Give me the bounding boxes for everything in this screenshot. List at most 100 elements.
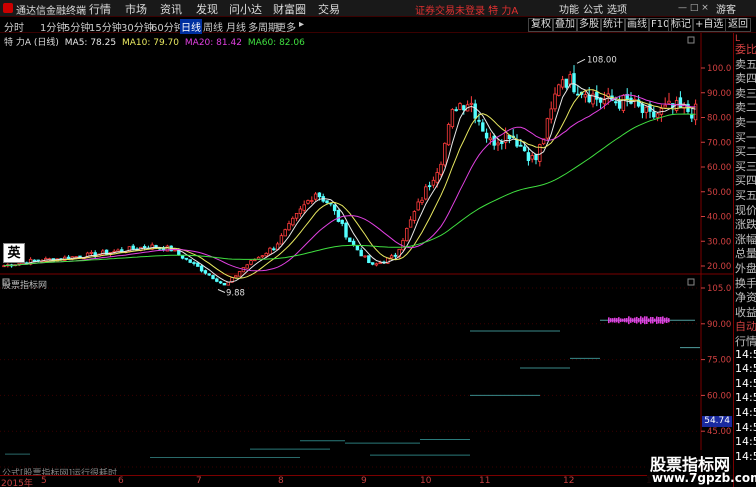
indicator-bar — [620, 318, 622, 323]
price-tick-label: 100.0 — [707, 64, 731, 74]
period-5min[interactable]: 5分钟 — [64, 19, 90, 34]
candle-body — [348, 237, 352, 243]
indicator-bar — [662, 316, 664, 325]
candle-body — [89, 252, 94, 254]
draw-line-button[interactable]: 画线 — [624, 18, 650, 32]
candle-body — [564, 78, 569, 88]
tourist-button[interactable]: 游客 — [716, 1, 736, 16]
indicator-bar — [618, 317, 620, 324]
period-60min[interactable]: 60分钟 — [151, 19, 184, 34]
candle-body — [405, 227, 409, 242]
panel-row-label: 现价 — [735, 203, 756, 217]
panel-row-label: 自动 — [735, 320, 756, 334]
panel-row-label: 买四 — [735, 174, 756, 188]
candle-body — [253, 259, 257, 262]
candle-body — [416, 201, 420, 211]
candle-body — [344, 222, 348, 238]
menu-trade[interactable]: 交易 — [318, 1, 340, 17]
panel-row-label: 14:5 — [735, 435, 756, 449]
date-label: 11 — [479, 476, 491, 486]
candle-body — [446, 124, 451, 146]
indicator-bar — [646, 316, 648, 325]
add-watchlist-button[interactable]: +自选 — [692, 18, 727, 32]
indicator-tick-label: 75.00 — [707, 356, 731, 366]
candle-body — [526, 152, 531, 161]
indicator-bar — [616, 318, 618, 323]
window-controls[interactable]: — □ × — [678, 3, 709, 13]
watermark: 股票指标网 www.7gpzb.com — [647, 450, 756, 487]
candle-body — [500, 141, 504, 144]
pane-max-icon — [687, 36, 695, 44]
candle-body — [272, 248, 276, 251]
panel-row-label: 收益 — [735, 305, 756, 319]
indicator-bar — [660, 316, 662, 324]
menu-news[interactable]: 资讯 — [160, 1, 182, 17]
candle-body — [435, 172, 439, 183]
statistics-button[interactable]: 统计 — [600, 18, 626, 32]
candle-body — [553, 93, 557, 110]
menu-function[interactable]: 功能 — [559, 1, 579, 16]
candle-body — [180, 254, 185, 259]
indicator-value-badge: 54.74 — [702, 416, 732, 427]
indicator-bar — [612, 318, 614, 323]
candle-body — [667, 100, 671, 104]
period-30min[interactable]: 30分钟 — [121, 19, 154, 34]
ma5-value: MA5: 78.25 — [64, 38, 117, 48]
price-tick-label: 70.00 — [707, 138, 731, 148]
candle-body — [690, 113, 694, 119]
candle-body — [336, 209, 341, 222]
low-label: 9.88 — [226, 288, 245, 298]
panel-row-label: 买五 — [735, 189, 756, 202]
period-monthly[interactable]: 月线 — [226, 19, 246, 34]
panel-row-label: 行情 — [735, 335, 756, 348]
panel-row-label: 委比 — [735, 43, 756, 56]
indicator-bar — [668, 318, 670, 323]
menu-discover[interactable]: 发现 — [196, 1, 218, 17]
period-weekly[interactable]: 周线 — [203, 19, 223, 34]
period-multi[interactable]: 多周期 — [248, 19, 278, 34]
date-label: 2015年 — [1, 479, 33, 487]
panel-row-label: 卖五 — [735, 57, 756, 71]
candle-body — [188, 259, 192, 263]
menu-quotes[interactable]: 行情 — [89, 1, 111, 17]
high-label: 108.00 — [587, 55, 617, 65]
candle-body — [325, 200, 329, 204]
candle-body — [560, 79, 565, 88]
period-more[interactable]: 更多 — [276, 19, 296, 34]
candle-body — [317, 192, 322, 198]
back-button[interactable]: 返回 — [725, 18, 751, 32]
candle-body — [496, 142, 500, 146]
overlay-button[interactable]: 叠加 — [552, 18, 578, 32]
period-1min[interactable]: 1分钟 — [40, 19, 66, 34]
mark-button[interactable]: 标记 — [668, 18, 694, 32]
more-arrow-icon[interactable]: ▸ — [299, 19, 304, 30]
indicator-tick-label: 45.00 — [707, 427, 731, 437]
multi-stock-button[interactable]: 多股 — [576, 18, 602, 32]
quote-side-panel[interactable]: L 委比 卖五 卖四 卖三 卖二 卖一 买一 买二 买三 买四 买五 现价 涨跌 涨幅 总量 外盘 换手 净资 收益… — [733, 33, 756, 487]
candle-body — [652, 111, 656, 118]
candle-body — [226, 281, 230, 286]
indicator-bar — [658, 317, 660, 324]
menu-formula[interactable]: 公式 — [583, 1, 603, 16]
date-label: 7 — [196, 476, 202, 486]
menu-wenxiaoda[interactable]: 问小达 — [229, 1, 262, 17]
indicator-tick-label: 90.00 — [707, 320, 731, 330]
menu-market[interactable]: 市场 — [125, 1, 147, 17]
candle-body — [614, 101, 618, 104]
menu-options[interactable]: 选项 — [607, 1, 627, 16]
menu-wealth-circle[interactable]: 财富圈 — [273, 1, 306, 17]
panel-row-label: 换手 — [735, 276, 756, 290]
period-15min[interactable]: 15分钟 — [89, 19, 122, 34]
candle-body — [576, 93, 580, 96]
date-axis: 2015年 5 6 7 8 9 10 11 12 1 — [0, 475, 733, 487]
candle-body — [120, 249, 124, 252]
period-tick[interactable]: 分时 — [4, 19, 24, 34]
price-tick-label: 80.00 — [707, 114, 731, 124]
candle-body — [473, 103, 477, 119]
adjust-button[interactable]: 复权 — [528, 18, 554, 32]
candle-body — [260, 255, 265, 258]
candle-body — [367, 255, 371, 263]
kline-chart[interactable]: 100.0 90.00 80.00 70.00 60.00 50.00 40.00 30.00… — [0, 33, 733, 475]
period-daily[interactable]: 日线 — [180, 19, 202, 34]
candle-body — [313, 193, 318, 200]
